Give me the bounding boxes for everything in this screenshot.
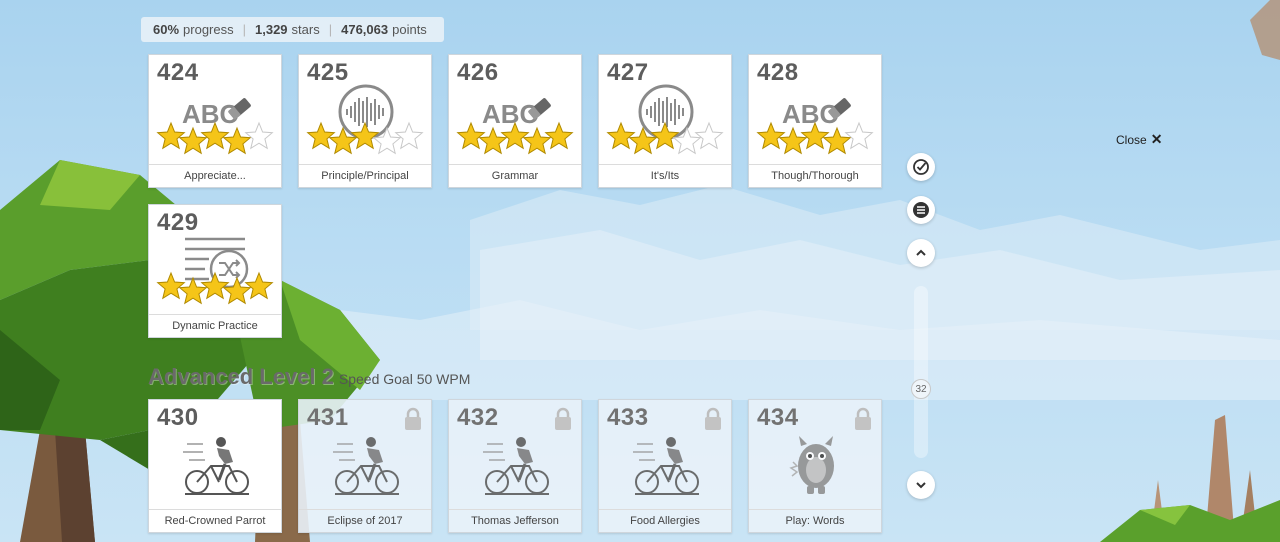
lesson-title: Red-Crowned Parrot bbox=[149, 509, 281, 532]
lesson-card[interactable]: 430 Red-Crowned Parrot bbox=[148, 399, 282, 533]
lesson-title: Food Allergies bbox=[599, 509, 731, 532]
completed-filter-button[interactable] bbox=[907, 153, 935, 181]
level-title: Advanced Level 2 bbox=[148, 364, 334, 389]
lesson-title: Play: Words bbox=[749, 509, 881, 532]
star-empty-icon bbox=[372, 126, 402, 155]
star-filled-icon bbox=[178, 126, 208, 155]
lock-icon bbox=[855, 407, 871, 430]
points-label: points bbox=[392, 22, 427, 37]
star-empty-icon bbox=[672, 126, 702, 155]
star-filled-icon bbox=[350, 121, 380, 150]
star-filled-icon bbox=[628, 126, 658, 155]
divider: | bbox=[242, 22, 246, 37]
star-empty-icon bbox=[844, 121, 874, 150]
star-empty-icon bbox=[244, 121, 274, 150]
close-label: Close bbox=[1116, 132, 1147, 147]
lesson-number: 428 bbox=[757, 59, 799, 86]
lesson-number: 425 bbox=[307, 59, 349, 86]
star-filled-icon bbox=[606, 121, 636, 150]
star-filled-icon bbox=[328, 126, 358, 155]
lesson-number: 432 bbox=[457, 404, 499, 431]
lesson-card[interactable]: 431 Eclipse of 2017 bbox=[298, 399, 432, 533]
lesson-number: 426 bbox=[457, 59, 499, 86]
star-filled-icon bbox=[522, 126, 552, 155]
star-filled-icon bbox=[222, 126, 252, 155]
star-filled-icon bbox=[178, 276, 208, 305]
progress-label: progress bbox=[183, 22, 234, 37]
star-filled-icon bbox=[822, 126, 852, 155]
lesson-number: 424 bbox=[157, 59, 199, 86]
lesson-card[interactable]: ABC 428 Though/Thorough bbox=[748, 54, 882, 188]
points-value: 476,063 bbox=[341, 22, 389, 37]
level-heading: Advanced Level 2 Speed Goal 50 WPM bbox=[148, 364, 470, 390]
lesson-title: Though/Thorough bbox=[749, 164, 881, 187]
star-empty-icon bbox=[694, 121, 724, 150]
stars-value: 1,329 bbox=[255, 22, 288, 37]
star-empty-icon bbox=[394, 121, 424, 150]
star-filled-icon bbox=[244, 271, 274, 300]
check-circle-icon bbox=[913, 159, 929, 175]
scroll-down-button[interactable] bbox=[907, 471, 935, 499]
lesson-number: 429 bbox=[157, 209, 199, 236]
list-menu-icon bbox=[913, 202, 929, 218]
lesson-number: 431 bbox=[307, 404, 349, 431]
lesson-card[interactable]: 433 Food Allergies bbox=[598, 399, 732, 533]
scroll-position-label: 32 bbox=[915, 383, 927, 395]
lesson-number: 434 bbox=[757, 404, 799, 431]
star-filled-icon bbox=[650, 121, 680, 150]
star-filled-icon bbox=[756, 121, 786, 150]
star-filled-icon bbox=[156, 271, 186, 300]
close-button[interactable]: Close ✕ bbox=[1116, 131, 1162, 148]
lesson-title: Thomas Jefferson bbox=[449, 509, 581, 532]
star-filled-icon bbox=[778, 126, 808, 155]
lesson-card[interactable]: 427 It's/Its bbox=[598, 54, 732, 188]
lesson-card[interactable]: 425 Principle/Principal bbox=[298, 54, 432, 188]
lesson-card[interactable]: 434 Play: Words bbox=[748, 399, 882, 533]
star-filled-icon bbox=[544, 121, 574, 150]
divider: | bbox=[328, 22, 333, 37]
star-filled-icon bbox=[306, 121, 336, 150]
progress-value: 60% bbox=[153, 22, 180, 37]
lock-icon bbox=[405, 407, 421, 430]
scroll-up-button[interactable] bbox=[907, 239, 935, 267]
lesson-card[interactable]: ABC 426 Grammar bbox=[448, 54, 582, 188]
close-icon: ✕ bbox=[1150, 131, 1163, 147]
level-speed-goal: Speed Goal 50 WPM bbox=[338, 371, 471, 387]
lock-icon bbox=[555, 407, 571, 430]
lesson-title: Eclipse of 2017 bbox=[299, 509, 431, 532]
lesson-title: Dynamic Practice bbox=[149, 314, 281, 337]
lesson-number: 430 bbox=[157, 404, 199, 431]
star-filled-icon bbox=[156, 121, 186, 150]
lesson-title: Appreciate... bbox=[149, 164, 281, 187]
chevron-up-icon bbox=[916, 249, 926, 256]
lesson-number: 433 bbox=[607, 404, 649, 431]
lesson-card[interactable]: 429 Dynamic Practice bbox=[148, 204, 282, 338]
progress-stats-bar: 60% progress | 1,329 stars | 476,063 poi… bbox=[141, 17, 444, 42]
star-filled-icon bbox=[456, 121, 486, 150]
star-filled-icon bbox=[478, 126, 508, 155]
stars-label: stars bbox=[291, 22, 320, 37]
lesson-title: It's/Its bbox=[599, 164, 731, 187]
lock-icon bbox=[705, 407, 721, 430]
scroll-thumb[interactable]: 32 bbox=[911, 379, 931, 399]
menu-button[interactable] bbox=[907, 196, 935, 224]
lesson-card[interactable]: ABC 424 Appreciate... bbox=[148, 54, 282, 188]
scroll-track[interactable] bbox=[914, 286, 928, 458]
lesson-card[interactable]: 432 Thomas Jefferson bbox=[448, 399, 582, 533]
lesson-number: 427 bbox=[607, 59, 649, 86]
chevron-down-icon bbox=[916, 482, 926, 489]
lesson-title: Principle/Principal bbox=[299, 164, 431, 187]
lesson-title: Grammar bbox=[449, 164, 581, 187]
